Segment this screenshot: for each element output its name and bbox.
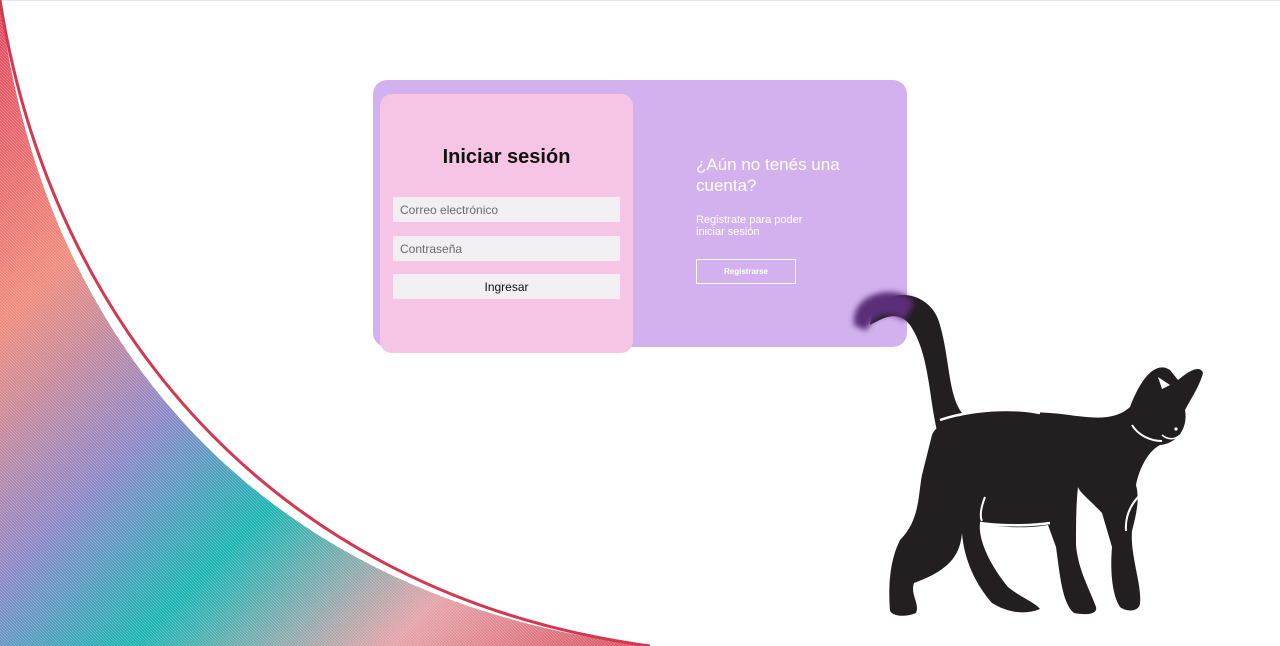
- signup-description: Registrate para poder iniciar sesión: [696, 214, 803, 238]
- black-cat-icon: [853, 291, 1203, 616]
- password-input[interactable]: [393, 236, 620, 261]
- register-button[interactable]: Registrarse: [696, 259, 796, 284]
- signup-title: ¿Aún no tenés una cuenta?: [696, 155, 840, 195]
- login-button[interactable]: Ingresar: [393, 274, 620, 299]
- login-title: Iniciar sesión: [442, 146, 571, 168]
- login-panel: [380, 94, 633, 353]
- email-input[interactable]: [393, 197, 620, 222]
